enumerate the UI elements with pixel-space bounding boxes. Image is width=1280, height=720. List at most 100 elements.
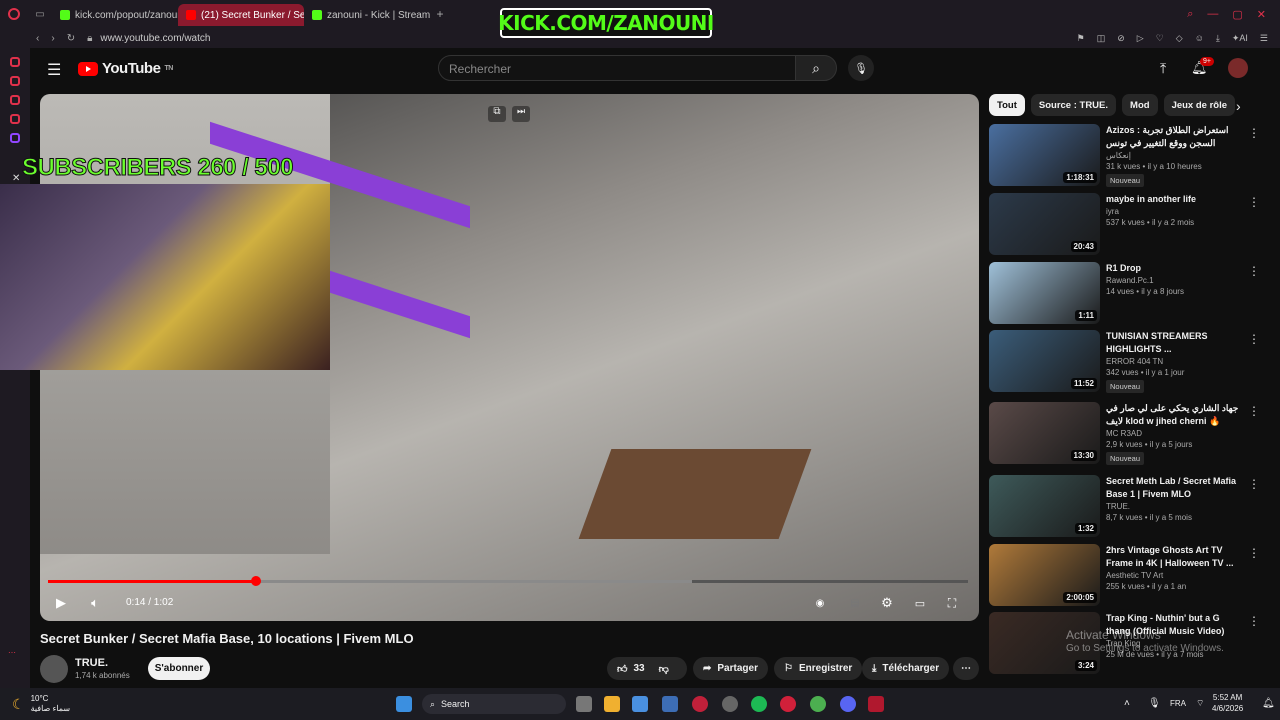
- chip-roleplay[interactable]: Jeux de rôle: [1163, 94, 1236, 116]
- next-icon[interactable]: ⏭︎: [512, 106, 530, 122]
- recommendation-menu-icon[interactable]: ⋮: [1248, 126, 1260, 140]
- download-button[interactable]: ⤓ Télécharger: [862, 657, 950, 680]
- close-window-icon[interactable]: ✕: [1257, 8, 1266, 21]
- bookmark-icon[interactable]: ⚑: [1077, 33, 1085, 44]
- opera-menu-icon[interactable]: [0, 8, 28, 20]
- recommendation-item[interactable]: 1:11 R1 Drop Rawand.Pc.1 14 vues • il y a 8…: [989, 262, 1269, 326]
- recommendation-channel[interactable]: Aesthetic TV Art: [1106, 570, 1246, 581]
- recommendation-channel[interactable]: إنعكاس: [1106, 150, 1246, 161]
- like-icon[interactable]: 👍︎: [617, 663, 627, 675]
- recommendation-item[interactable]: 2:00:05 2hrs Vintage Ghosts Art TV Frame …: [989, 544, 1269, 608]
- start-icon[interactable]: [396, 696, 412, 712]
- channel-avatar[interactable]: [40, 655, 68, 683]
- recommendation-thumbnail[interactable]: 13:30: [989, 402, 1100, 464]
- whatsapp-icon[interactable]: [10, 76, 20, 86]
- maximize-icon[interactable]: ▢: [1232, 8, 1242, 21]
- progress-bar[interactable]: [48, 576, 968, 586]
- channel-name[interactable]: TRUE.: [75, 657, 108, 669]
- account-avatar[interactable]: [1228, 58, 1248, 78]
- chips-next-icon[interactable]: ›: [1236, 98, 1241, 114]
- search-input[interactable]: Rechercher: [438, 55, 796, 81]
- language-indicator[interactable]: FRA: [1170, 699, 1186, 708]
- recommendation-channel[interactable]: MC R3AD: [1106, 428, 1246, 439]
- more-actions-button[interactable]: ⋯: [953, 657, 979, 680]
- tray-chevron-icon[interactable]: ˄: [1124, 698, 1130, 709]
- copilot-icon[interactable]: [632, 696, 648, 712]
- recommendation-title[interactable]: maybe in another life: [1106, 193, 1246, 206]
- recommendation-thumbnail[interactable]: 1:18:31: [989, 124, 1100, 186]
- discord-icon[interactable]: [840, 696, 856, 712]
- sidebar-more-icon[interactable]: ⋯: [8, 648, 16, 657]
- recommendation-thumbnail[interactable]: 2:00:05: [989, 544, 1100, 606]
- chip-mod[interactable]: Mod: [1122, 94, 1158, 116]
- download-icon[interactable]: ⤓: [1216, 33, 1220, 44]
- search-tabs-icon[interactable]: ⌕: [1187, 8, 1193, 21]
- taskbar-search[interactable]: ⌕ Search: [422, 694, 566, 714]
- recommendation-channel[interactable]: ERROR 404 TN: [1106, 356, 1246, 367]
- app-icon[interactable]: [780, 696, 796, 712]
- subscribe-button[interactable]: S'abonner: [148, 657, 210, 680]
- notification-center-icon[interactable]: 🔔︎: [1262, 698, 1275, 709]
- recommendation-thumbnail[interactable]: 1:11: [989, 262, 1100, 324]
- fullscreen-icon[interactable]: ⛶: [943, 594, 961, 612]
- tab-youtube[interactable]: (21) Secret Bunker / Secre✕: [178, 4, 304, 26]
- microphone-tray-icon[interactable]: 🎙︎: [1148, 698, 1161, 709]
- hamburger-menu-icon[interactable]: ☰: [47, 60, 61, 80]
- recommendation-title[interactable]: جهاد الشاري يحكي على لي صار في لايف klod…: [1106, 402, 1246, 428]
- recommendation-menu-icon[interactable]: ⋮: [1248, 546, 1260, 560]
- opera-taskbar-icon[interactable]: [692, 696, 708, 712]
- adblock-icon[interactable]: ⊘: [1117, 33, 1125, 44]
- youtube-logo[interactable]: YouTube TN: [78, 60, 173, 77]
- recommendation-item[interactable]: 1:32 Secret Meth Lab / Secret Mafia Base …: [989, 475, 1269, 539]
- tab-kick-streamer[interactable]: zanouni - Kick | Streamer: [304, 4, 430, 26]
- search-button[interactable]: ⌕: [795, 55, 837, 81]
- messenger-icon[interactable]: [10, 57, 20, 67]
- store-icon[interactable]: [662, 696, 678, 712]
- recommendation-thumbnail[interactable]: 20:43: [989, 193, 1100, 255]
- vpn-icon[interactable]: ◇: [1176, 33, 1183, 44]
- heart-icon[interactable]: ♡: [1156, 33, 1164, 44]
- recommendation-menu-icon[interactable]: ⋮: [1248, 404, 1260, 418]
- recommendation-menu-icon[interactable]: ⋮: [1248, 477, 1260, 491]
- chat-icon[interactable]: [10, 95, 20, 105]
- back-icon[interactable]: ‹: [36, 33, 39, 44]
- url-field[interactable]: www.youtube.com/watch: [100, 33, 210, 44]
- tab-list-icon[interactable]: ▭: [28, 9, 52, 20]
- recommendation-menu-icon[interactable]: ⋮: [1248, 264, 1260, 278]
- file-explorer-icon[interactable]: [604, 696, 620, 712]
- snapshot-icon[interactable]: ◫: [1097, 33, 1106, 44]
- recommendation-title[interactable]: R1 Drop: [1106, 262, 1246, 275]
- voice-search-button[interactable]: 🎙︎: [848, 55, 874, 81]
- recommendation-item[interactable]: 1:18:31 Azizos : استعراض الطلاق تجربة الس…: [989, 124, 1269, 188]
- recommendation-title[interactable]: TUNISIAN STREAMERS HIGHLIGHTS ...: [1106, 330, 1246, 356]
- recommendation-menu-icon[interactable]: ⋮: [1248, 195, 1260, 209]
- wifi-icon[interactable]: ⌔: [1196, 698, 1204, 709]
- save-button[interactable]: ⚐ Enregistrer: [774, 657, 863, 680]
- opera-gx-icon[interactable]: [868, 696, 884, 712]
- recommendation-title[interactable]: 2hrs Vintage Ghosts Art TV Frame in 4K |…: [1106, 544, 1246, 570]
- spotify-icon[interactable]: [751, 696, 767, 712]
- scrubber-handle[interactable]: [250, 576, 261, 586]
- recommendation-menu-icon[interactable]: ⋮: [1248, 332, 1260, 346]
- subtitles-icon[interactable]: ▤: [846, 594, 864, 612]
- dislike-icon[interactable]: 👎︎: [659, 663, 669, 675]
- recommendation-thumbnail[interactable]: 11:52: [989, 330, 1100, 392]
- menu-icon[interactable]: ☰: [1260, 33, 1268, 44]
- autoplay-toggle[interactable]: ◉: [811, 594, 829, 612]
- upload-icon[interactable]: ⤒: [1160, 60, 1166, 77]
- recommendation-title[interactable]: Secret Meth Lab / Secret Mafia Base 1 | …: [1106, 475, 1246, 501]
- miniplayer-icon[interactable]: ⧉: [488, 106, 506, 122]
- new-tab-icon[interactable]: +: [430, 7, 450, 21]
- recommendation-title[interactable]: Azizos : استعراض الطلاق تجربة السجن ووقع…: [1106, 124, 1246, 150]
- forward-icon[interactable]: ›: [51, 33, 54, 44]
- theater-mode-icon[interactable]: ▭: [911, 594, 929, 612]
- recommendation-channel[interactable]: iyra: [1106, 206, 1246, 217]
- tab-kick-popout[interactable]: kick.com/popout/zanouni: [52, 4, 178, 26]
- play-button[interactable]: ▶: [52, 594, 70, 612]
- share-button[interactable]: ➦ Partager: [693, 657, 768, 680]
- recommendation-item[interactable]: 13:30 جهاد الشاري يحكي على لي صار في لايف…: [989, 402, 1269, 466]
- instagram-icon[interactable]: [10, 114, 20, 124]
- twitch-icon[interactable]: [10, 133, 20, 143]
- recommendation-thumbnail[interactable]: 1:32: [989, 475, 1100, 537]
- ai-icon[interactable]: ✦AI: [1232, 33, 1248, 44]
